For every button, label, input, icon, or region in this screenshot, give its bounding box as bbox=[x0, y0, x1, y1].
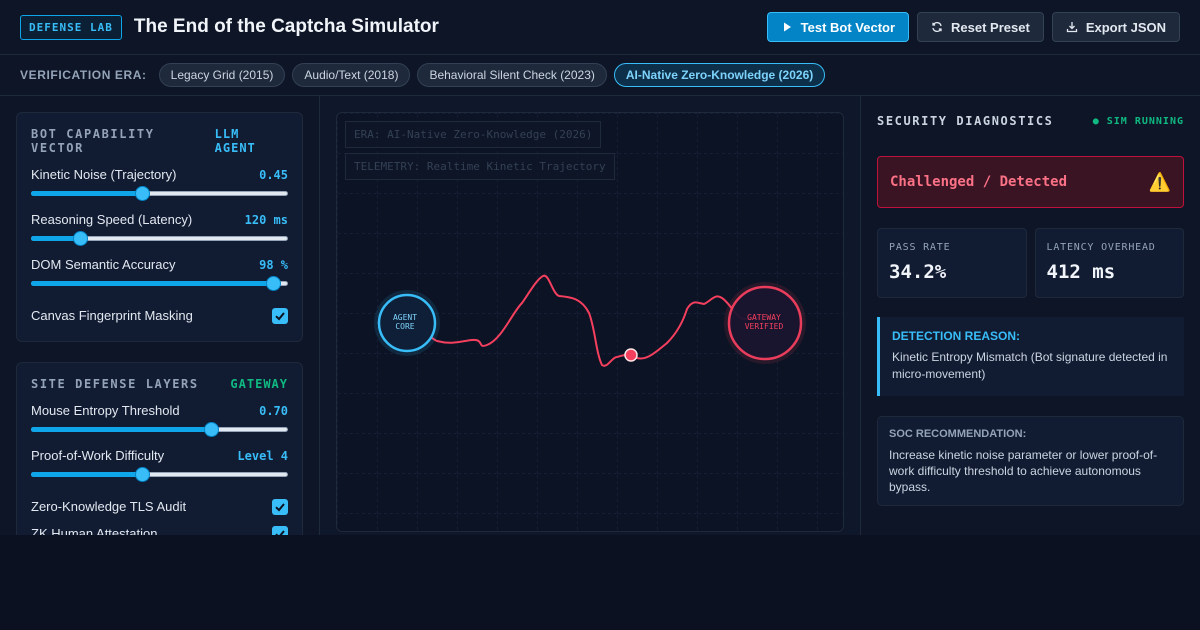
simulation-area: AGENT CORE GATEWAY VERIFIED ERA: AI-Nati… bbox=[320, 96, 860, 535]
app-header: DEFENSE LAB The End of the Captcha Simul… bbox=[0, 0, 1200, 55]
slider-control: Mouse Entropy Threshold 0.70 bbox=[31, 403, 288, 437]
slider-control: Proof-of-Work Difficulty Level 4 bbox=[31, 448, 288, 482]
agent-node-label: CORE bbox=[395, 322, 414, 331]
checkbox-label: Canvas Fingerprint Masking bbox=[31, 308, 193, 323]
panel-title: BOT CAPABILITY VECTOR bbox=[31, 127, 155, 155]
reset-preset-label: Reset Preset bbox=[951, 19, 1030, 35]
slider-label: Mouse Entropy Threshold bbox=[31, 403, 180, 418]
play-icon bbox=[783, 22, 791, 32]
main-area: BOT CAPABILITY VECTOR LLM AGENT Kinetic … bbox=[0, 96, 1200, 535]
slider-value: 98 % bbox=[259, 257, 288, 272]
slider-control: DOM Semantic Accuracy 98 % bbox=[31, 257, 288, 291]
slider-label: Reasoning Speed (Latency) bbox=[31, 212, 193, 227]
verification-status-banner: Challenged / Detected ⚠️ bbox=[877, 156, 1184, 208]
slider-label: Proof-of-Work Difficulty bbox=[31, 448, 165, 463]
reset-preset-button[interactable]: Reset Preset bbox=[917, 12, 1044, 42]
slider-value: Level 4 bbox=[237, 448, 288, 463]
bot-cursor-marker bbox=[624, 348, 638, 362]
metric-label: LATENCY OVERHEAD bbox=[1046, 242, 1156, 253]
soc-recommendation-box: SOC RECOMMENDATION: Increase kinetic noi… bbox=[877, 416, 1184, 506]
dom-accuracy-slider[interactable] bbox=[31, 276, 288, 291]
slider-value: 0.70 bbox=[259, 403, 288, 418]
check-icon bbox=[275, 502, 285, 511]
telemetry-overlay: TELEMETRY: Realtime Kinetic Trajectory bbox=[345, 153, 615, 180]
zk-tls-audit-checkbox[interactable] bbox=[272, 498, 288, 515]
slider-thumb[interactable] bbox=[265, 276, 281, 291]
slider-control: Kinetic Noise (Trajectory) 0.45 bbox=[31, 167, 288, 201]
metric-value: 34.2% bbox=[889, 261, 947, 283]
slider-thumb[interactable] bbox=[134, 186, 150, 201]
agent-type-tag: LLM AGENT bbox=[214, 127, 256, 155]
checkbox-label: ZK Human Attestation bbox=[31, 526, 158, 535]
app-title: The End of the Captcha Simulator bbox=[133, 16, 439, 37]
era-chip[interactable]: Legacy Grid (2015) bbox=[158, 63, 286, 87]
era-chip[interactable]: AI-Native Zero-Knowledge (2026) bbox=[613, 63, 826, 87]
soc-recommendation-text: Increase kinetic noise parameter or lowe… bbox=[889, 448, 1158, 494]
reasoning-speed-slider[interactable] bbox=[31, 231, 288, 246]
panel-title: SITE DEFENSE LAYERS bbox=[31, 377, 199, 391]
era-chip[interactable]: Audio/Text (2018) bbox=[292, 63, 411, 87]
bot-capability-panel: BOT CAPABILITY VECTOR LLM AGENT Kinetic … bbox=[16, 112, 303, 342]
era-overlay: ERA: AI-Native Zero-Knowledge (2026) bbox=[345, 121, 602, 148]
download-icon bbox=[1066, 22, 1077, 33]
header-actions: Test Bot Vector Reset Preset Export JSON bbox=[766, 12, 1180, 42]
diagnostics-title: SECURITY DIAGNOSTICS bbox=[877, 114, 1054, 128]
checkbox-row: Canvas Fingerprint Masking bbox=[31, 302, 288, 329]
detection-reason-box: DETECTION REASON: Kinetic Entropy Mismat… bbox=[877, 317, 1184, 396]
kinetic-noise-slider[interactable] bbox=[31, 186, 288, 201]
pass-rate-card: PASS RATE 34.2% bbox=[877, 228, 1027, 298]
checkbox-row: Zero-Knowledge TLS Audit bbox=[31, 493, 288, 520]
simulation-canvas[interactable]: AGENT CORE GATEWAY VERIFIED ERA: AI-Nati… bbox=[336, 112, 844, 532]
gateway-node-label: GATEWAY bbox=[747, 313, 781, 322]
export-json-button[interactable]: Export JSON bbox=[1051, 12, 1180, 42]
refresh-icon bbox=[932, 22, 942, 32]
era-label: VERIFICATION ERA: bbox=[20, 68, 147, 82]
sim-status-indicator: ● SIM RUNNING bbox=[1092, 115, 1184, 127]
mouse-entropy-slider[interactable] bbox=[31, 422, 288, 437]
gateway-node: GATEWAY VERIFIED bbox=[724, 282, 806, 364]
export-json-label: Export JSON bbox=[1085, 19, 1166, 35]
slider-thumb[interactable] bbox=[203, 422, 219, 437]
checkbox-label: Zero-Knowledge TLS Audit bbox=[31, 499, 187, 514]
fingerprint-masking-checkbox[interactable] bbox=[272, 307, 288, 324]
verification-status: Challenged / Detected bbox=[890, 174, 1068, 190]
proof-of-work-slider[interactable] bbox=[31, 467, 288, 482]
gateway-tag: GATEWAY bbox=[230, 377, 288, 391]
slider-control: Reasoning Speed (Latency) 120 ms bbox=[31, 212, 288, 246]
checkbox-row: ZK Human Attestation bbox=[31, 520, 288, 535]
agent-core-node: AGENT CORE bbox=[374, 290, 440, 356]
site-defense-panel: SITE DEFENSE LAYERS GATEWAY Mouse Entrop… bbox=[16, 362, 303, 535]
check-icon bbox=[275, 311, 285, 320]
controls-sidebar: BOT CAPABILITY VECTOR LLM AGENT Kinetic … bbox=[0, 96, 320, 535]
latency-overhead-card: LATENCY OVERHEAD 412 ms bbox=[1034, 228, 1184, 298]
metric-value: 412 ms bbox=[1046, 261, 1116, 283]
slider-thumb[interactable] bbox=[134, 467, 150, 482]
brand-badge: DEFENSE LAB bbox=[20, 14, 122, 40]
soc-recommendation-title: SOC RECOMMENDATION: bbox=[889, 428, 1027, 440]
diagnostics-panel: SECURITY DIAGNOSTICS ● SIM RUNNING Chall… bbox=[860, 96, 1200, 535]
metric-label: PASS RATE bbox=[889, 242, 951, 253]
test-bot-vector-button[interactable]: Test Bot Vector bbox=[766, 12, 910, 42]
zk-human-attestation-checkbox[interactable] bbox=[272, 525, 288, 535]
detection-reason-text: Kinetic Entropy Mismatch (Bot signature … bbox=[892, 350, 1168, 381]
era-chip[interactable]: Behavioral Silent Check (2023) bbox=[417, 63, 607, 87]
slider-label: DOM Semantic Accuracy bbox=[31, 257, 176, 272]
metrics-row: PASS RATE 34.2% LATENCY OVERHEAD 412 ms bbox=[877, 228, 1184, 298]
check-icon bbox=[275, 529, 285, 535]
gateway-node-label: VERIFIED bbox=[745, 322, 784, 331]
detection-reason-title: DETECTION REASON: bbox=[892, 329, 1021, 343]
slider-thumb[interactable] bbox=[72, 231, 88, 246]
slider-value: 120 ms bbox=[244, 212, 288, 227]
era-selector: VERIFICATION ERA: Legacy Grid (2015) Aud… bbox=[0, 55, 1200, 96]
agent-node-label: AGENT bbox=[393, 313, 417, 322]
test-bot-vector-label: Test Bot Vector bbox=[800, 19, 896, 35]
slider-value: 0.45 bbox=[259, 167, 288, 182]
warning-icon: ⚠️ bbox=[1148, 171, 1171, 192]
slider-label: Kinetic Noise (Trajectory) bbox=[31, 167, 177, 182]
